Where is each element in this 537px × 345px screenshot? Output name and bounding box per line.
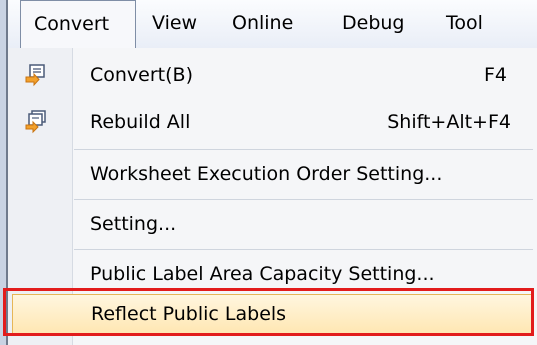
menu-item-public-label-area-capacity-label: Public Label Area Capacity Setting... bbox=[90, 263, 435, 285]
menu-item-worksheet-execution-order[interactable]: Worksheet Execution Order Setting... bbox=[8, 152, 537, 196]
menu-item-public-label-area-capacity[interactable]: Public Label Area Capacity Setting... bbox=[8, 252, 537, 296]
menu-debug-label: Debug bbox=[342, 12, 405, 34]
menu-online-label: Online bbox=[232, 12, 294, 34]
menu-item-convert-shortcut: F4 bbox=[483, 64, 507, 86]
menu-view-label: View bbox=[152, 12, 198, 34]
menu-item-reflect-public-labels-label: Reflect Public Labels bbox=[91, 303, 287, 325]
menu-tool-label: Tool bbox=[446, 12, 483, 34]
menu-item-convert-label: Convert(B) bbox=[90, 64, 193, 86]
menu-item-worksheet-execution-order-label: Worksheet Execution Order Setting... bbox=[90, 163, 443, 185]
menu-item-rebuild-all-label: Rebuild All bbox=[90, 111, 191, 133]
convert-dropdown-menu: Convert(B) F4 Rebuild All Shift+Alt+F4 W… bbox=[8, 48, 537, 345]
menu-item-rebuild-all-shortcut: Shift+Alt+F4 bbox=[387, 111, 511, 133]
menu-separator bbox=[74, 149, 533, 150]
menu-view[interactable]: View bbox=[152, 0, 197, 48]
menu-bar: Convert View Online Debug Tool bbox=[8, 0, 537, 49]
menu-convert[interactable]: Convert bbox=[20, 0, 136, 48]
menu-item-convert[interactable]: Convert(B) F4 bbox=[8, 53, 537, 97]
menu-debug[interactable]: Debug bbox=[342, 0, 404, 48]
menu-item-setting[interactable]: Setting... bbox=[8, 202, 537, 246]
convert-icon bbox=[24, 63, 48, 87]
menu-item-setting-label: Setting... bbox=[90, 213, 177, 235]
menu-separator bbox=[74, 199, 533, 200]
menu-item-rebuild-all[interactable]: Rebuild All Shift+Alt+F4 bbox=[8, 100, 537, 144]
menu-online[interactable]: Online bbox=[232, 0, 293, 48]
menu-convert-label: Convert bbox=[34, 13, 110, 35]
menu-tool[interactable]: Tool bbox=[446, 0, 483, 48]
menu-item-reflect-public-labels[interactable]: Reflect Public Labels bbox=[12, 294, 533, 334]
rebuild-all-icon bbox=[24, 110, 48, 134]
menu-separator bbox=[74, 249, 533, 250]
